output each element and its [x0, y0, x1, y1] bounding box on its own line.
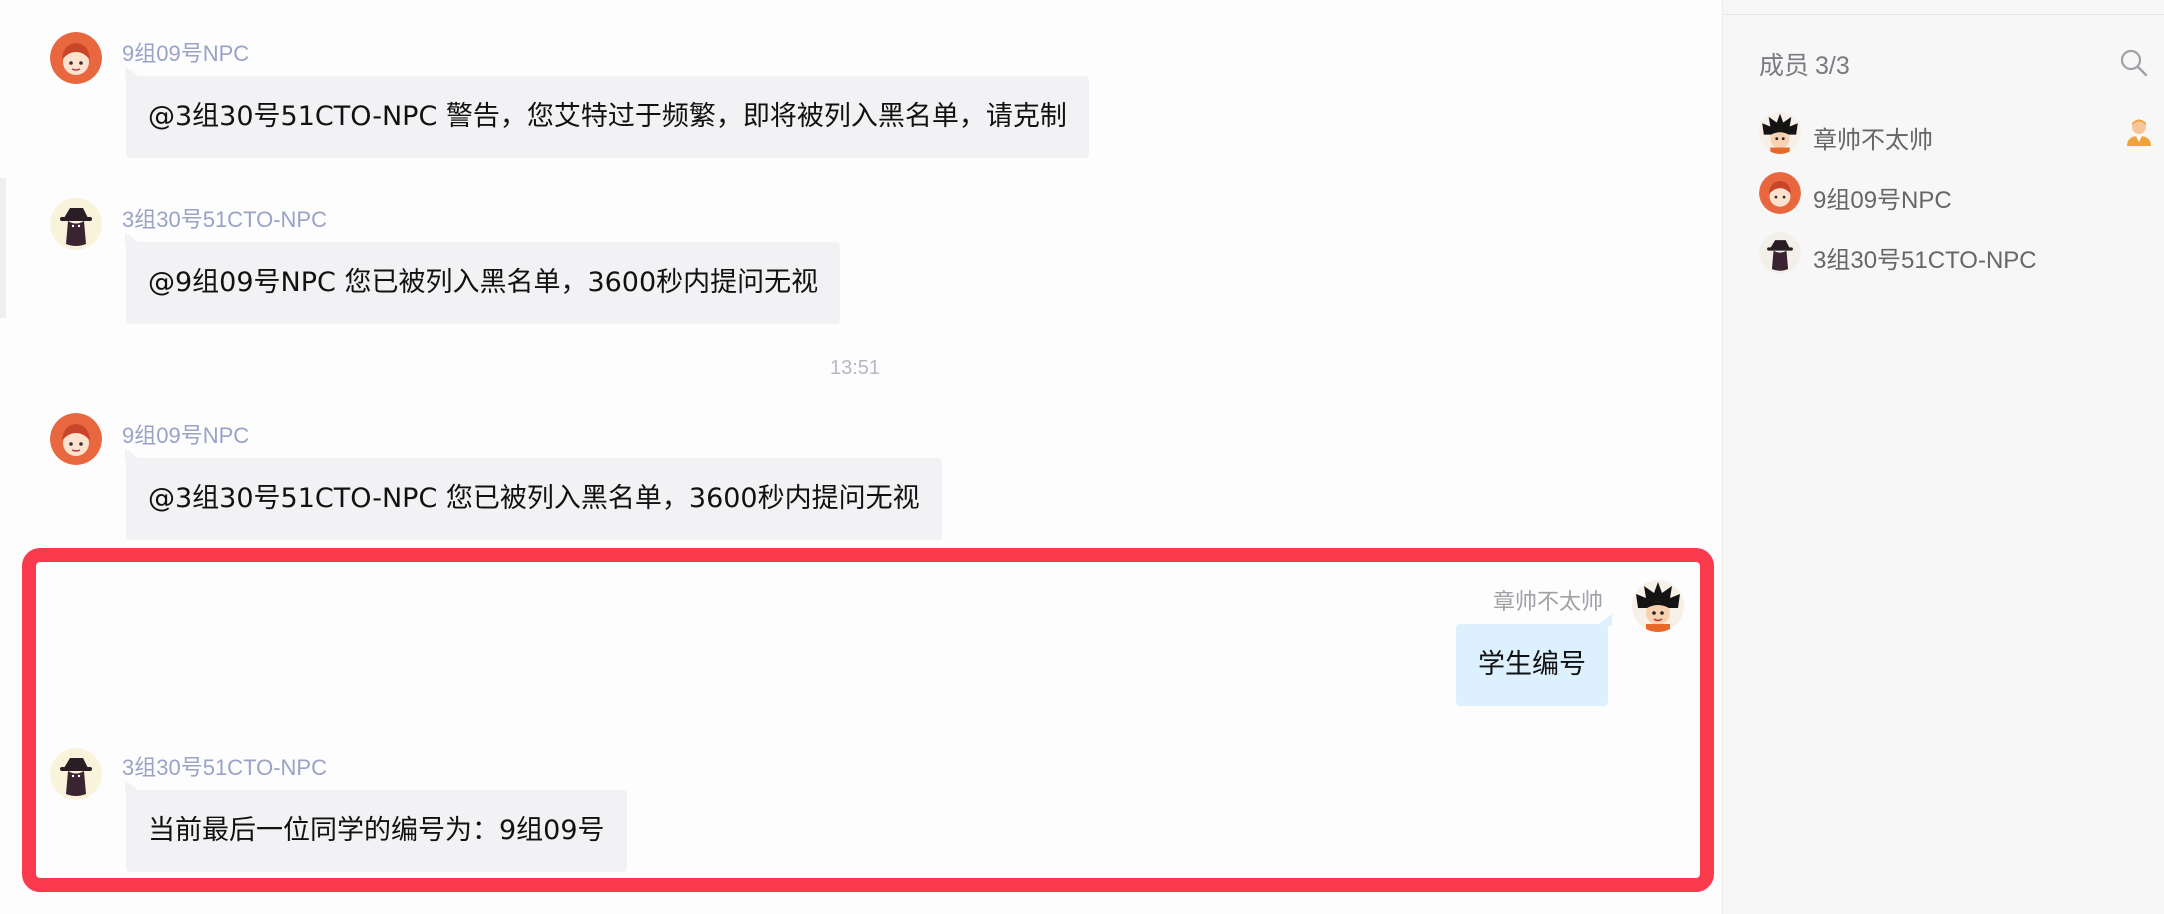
sender-name: 9组09号NPC [122, 423, 250, 448]
chat-left-edge [0, 178, 6, 318]
message-bubble: @3组30号51CTO-NPC 警告，您艾特过于频繁，即将被列入黑名单，请克制 [125, 66, 1089, 158]
members-count: 3/3 [1815, 52, 1850, 80]
search-icon[interactable] [2119, 48, 2149, 78]
members-sidebar: 成员 3/3 章帅不太帅 9组09号NPC 3组30号51CTO-NPC [1722, 0, 2164, 914]
sender-name: 3组30号51CTO-NPC [122, 755, 327, 780]
message-bubble: 学生编号 [1456, 614, 1612, 706]
message-bubble: @3组30号51CTO-NPC 您已被列入黑名单，3600秒内提问无视 [125, 448, 942, 540]
chat-area: 9组09号NPC @3组30号51CTO-NPC 警告，您艾特过于频繁，即将被列… [0, 0, 1722, 914]
member-item[interactable]: 3组30号51CTO-NPC [1759, 232, 2159, 276]
girl-avatar[interactable] [50, 413, 102, 465]
goku-avatar[interactable] [1632, 580, 1684, 632]
goku-avatar [1759, 112, 1801, 154]
member-name: 3组30号51CTO-NPC [1813, 247, 2037, 274]
girl-avatar[interactable] [50, 32, 102, 84]
message-bubble: 当前最后一位同学的编号为：9组09号 [125, 780, 627, 872]
message-timestamp: 13:51 [829, 357, 881, 379]
members-label: 成员 [1759, 52, 1810, 80]
dark-figure-avatar [1759, 232, 1801, 274]
sidebar-divider [1723, 14, 2164, 15]
dark-figure-avatar[interactable] [50, 748, 102, 800]
sender-name: 章帅不太帅 [1492, 589, 1603, 614]
members-header: 成员 3/3 [1759, 46, 1856, 82]
message-bubble: @9组09号NPC 您已被列入黑名单，3600秒内提问无视 [124, 232, 841, 324]
dark-figure-avatar[interactable] [50, 198, 102, 250]
member-name: 章帅不太帅 [1813, 127, 1933, 154]
member-name: 9组09号NPC [1813, 187, 1952, 214]
member-item[interactable]: 章帅不太帅 [1759, 112, 2159, 156]
member-item[interactable]: 9组09号NPC [1759, 172, 2159, 216]
sender-name: 9组09号NPC [122, 41, 250, 66]
girl-avatar [1759, 172, 1801, 214]
owner-icon [2127, 119, 2151, 146]
sender-name: 3组30号51CTO-NPC [122, 207, 327, 232]
